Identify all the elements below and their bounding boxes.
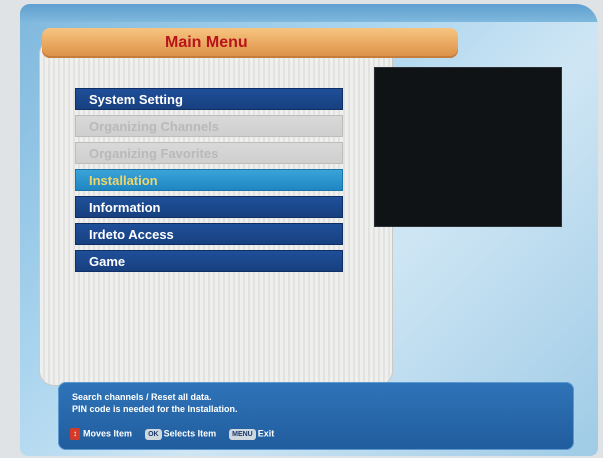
hint-select-label: Selects Item — [163, 428, 217, 439]
title-bar: Main Menu — [42, 28, 458, 58]
menu-item-system-setting[interactable]: System Setting — [75, 88, 343, 110]
main-menu-list: System Setting Organizing Channels Organ… — [75, 88, 343, 277]
video-preview — [374, 67, 562, 227]
hint-move-label: Moves Item — [83, 428, 133, 439]
ok-key-icon: OK — [145, 428, 162, 440]
up-down-arrows-icon: ↕ — [70, 428, 80, 440]
page-title: Main Menu — [165, 34, 248, 51]
menu-item-information[interactable]: Information — [75, 196, 343, 218]
menu-item-irdeto-access[interactable]: Irdeto Access — [75, 223, 343, 245]
menu-item-installation[interactable]: Installation — [75, 169, 343, 191]
menu-item-game[interactable]: Game — [75, 250, 343, 272]
menu-key-icon: MENU — [229, 428, 256, 440]
tv-frame: Main Menu System Setting Organizing Chan… — [0, 0, 603, 458]
help-pin-note: PIN code is needed for the Installation. — [72, 404, 238, 414]
key-hints: ↕ Moves Item OK Selects Item MENU Exit — [70, 428, 274, 440]
menu-item-organizing-favorites: Organizing Favorites — [75, 142, 343, 164]
help-box: Search channels / Reset all data. PIN co… — [58, 382, 574, 450]
tv-screen: Main Menu System Setting Organizing Chan… — [20, 4, 598, 456]
menu-item-organizing-channels: Organizing Channels — [75, 115, 343, 137]
hint-exit-label: Exit — [257, 428, 275, 439]
top-bar — [20, 4, 598, 22]
help-description: Search channels / Reset all data. — [72, 392, 212, 402]
